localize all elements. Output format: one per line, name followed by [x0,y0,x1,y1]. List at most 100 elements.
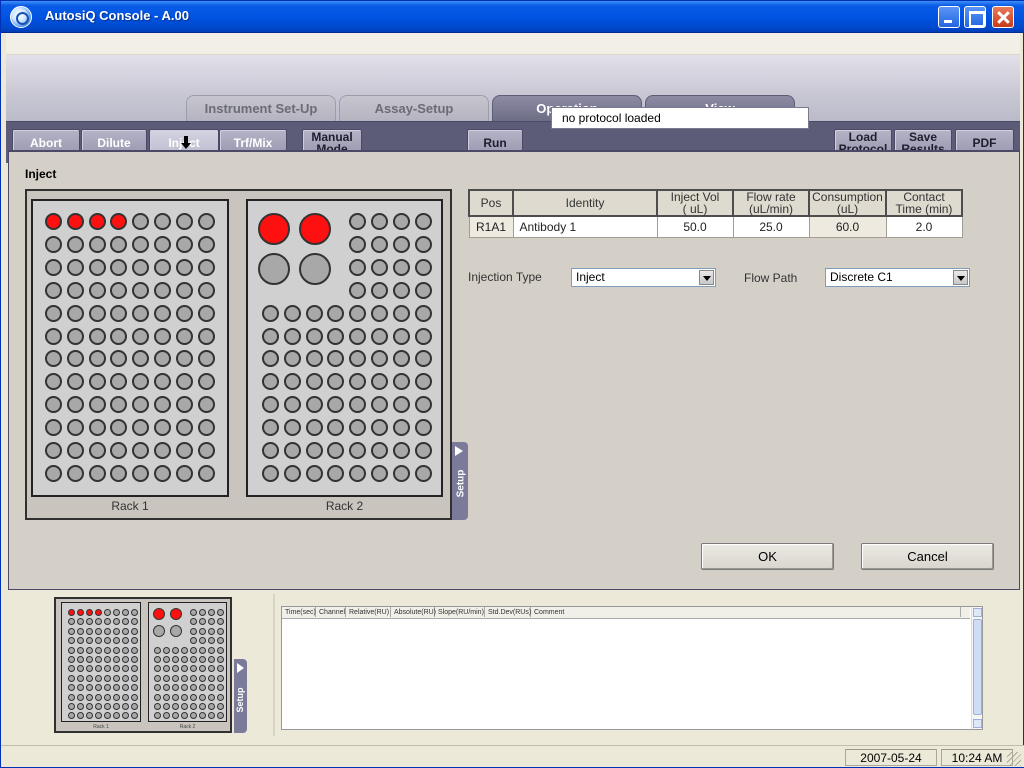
rack-2-well[interactable] [327,419,345,437]
rack-1-well[interactable] [132,464,150,482]
rack-2-well[interactable] [283,350,301,368]
rack-1-well[interactable] [154,442,171,459]
rack-1-well[interactable] [45,213,62,230]
rack-1-well[interactable] [45,327,62,345]
rack-2-well[interactable] [392,235,410,253]
rack-2-well[interactable] [371,213,388,230]
cell-identity[interactable]: Antibody 1 [512,215,658,238]
rack-2-well[interactable] [283,464,301,482]
rack-2-well[interactable] [349,327,367,345]
results-table[interactable]: Time(sec) Channel Relative(RU) Absolute(… [281,606,983,730]
rack-2-well[interactable] [327,464,345,482]
rack-1-well[interactable] [88,281,106,299]
rack-1-well[interactable] [197,396,215,414]
rack-1-well[interactable] [45,281,62,299]
table-row[interactable]: R1A1 Antibody 1 50.0 25.0 60.0 2.0 [468,215,963,238]
rack-2-well[interactable] [305,396,323,414]
rack-2-well[interactable] [371,396,388,414]
rack-2-large-well[interactable] [299,213,331,245]
rack-2-well[interactable] [327,350,345,368]
rack-1-well[interactable] [66,235,84,253]
rack-1-well[interactable] [132,327,150,345]
rack-2-well[interactable] [327,396,345,414]
rack-1-well[interactable] [197,464,215,482]
close-button[interactable] [992,6,1014,28]
rack-2-well[interactable] [392,442,410,459]
rack-2-well[interactable] [392,350,410,368]
rack-1-well[interactable] [88,304,106,322]
rack-1-well[interactable] [45,396,62,414]
rack-2-well[interactable] [283,304,301,322]
rack-1-well[interactable] [132,213,150,230]
rack-1-well[interactable] [175,213,193,230]
rack-2-well[interactable] [349,373,367,391]
rack-2-well[interactable] [283,442,301,459]
rack-1-well[interactable] [66,464,84,482]
rack-1-well[interactable] [197,258,215,276]
vertical-scrollbar[interactable] [971,607,982,729]
injection-type-select[interactable]: Inject [571,268,716,287]
rack-2-well[interactable] [305,350,323,368]
rack-1-well[interactable] [66,213,84,230]
rack-2-well[interactable] [414,304,432,322]
rack-1-well[interactable] [197,327,215,345]
rack-2-well[interactable] [283,419,301,437]
rack-1-well[interactable] [110,373,128,391]
rack-2-well[interactable] [414,464,432,482]
rack-1-well[interactable] [110,350,128,368]
rack-1-well[interactable] [88,235,106,253]
rack-2-well[interactable] [283,396,301,414]
setup-tab[interactable]: Setup [452,442,468,520]
rack-1-well[interactable] [132,396,150,414]
rack-1-well[interactable] [66,258,84,276]
rack-2-well[interactable] [305,464,323,482]
rack-1-well[interactable] [154,350,171,368]
maximize-button[interactable] [964,6,986,28]
rack-1-well[interactable] [175,258,193,276]
rack-2-well[interactable] [414,281,432,299]
rack-2-well[interactable] [349,350,367,368]
rack-2-well[interactable] [262,464,279,482]
rack-2-well[interactable] [371,258,388,276]
rack-2-well[interactable] [305,442,323,459]
rack-2-well[interactable] [414,327,432,345]
scroll-up-icon[interactable] [973,608,982,617]
scroll-thumb[interactable] [973,619,982,715]
rack-1-well[interactable] [154,258,171,276]
rack-2-well[interactable] [349,304,367,322]
rack-2-well[interactable] [371,235,388,253]
rack-1-well[interactable] [110,258,128,276]
chevron-down-icon[interactable] [699,270,714,285]
cancel-button[interactable]: Cancel [861,543,994,570]
rack-1-well[interactable] [175,464,193,482]
rack-1-well[interactable] [66,327,84,345]
rack-2-well[interactable] [349,442,367,459]
rack-2-well[interactable] [327,373,345,391]
tab-assay-setup[interactable]: Assay-Setup [339,95,489,121]
cell-inject-vol[interactable]: 50.0 [656,215,734,238]
rack-2-well[interactable] [371,442,388,459]
rack-1-well[interactable] [45,235,62,253]
rack-2-well[interactable] [414,396,432,414]
rack-2-well[interactable] [392,304,410,322]
rack-1-well[interactable] [154,396,171,414]
rack-2-well[interactable] [327,327,345,345]
rack-1-well[interactable] [132,304,150,322]
rack-2-well[interactable] [349,464,367,482]
rack-2-well[interactable] [305,373,323,391]
rack-2-well[interactable] [392,213,410,230]
rack-1-well[interactable] [175,396,193,414]
rack-2-well[interactable] [371,419,388,437]
rack-1-well[interactable] [197,419,215,437]
rack-2-well[interactable] [392,258,410,276]
rack-1-well[interactable] [45,304,62,322]
rack-2-well[interactable] [349,258,367,276]
rack-2-well[interactable] [371,464,388,482]
rack-1-well[interactable] [88,258,106,276]
rack-1-well[interactable] [154,235,171,253]
rack-1-well[interactable] [197,442,215,459]
rack-2-well[interactable] [371,281,388,299]
rack-1-well[interactable] [154,213,171,230]
rack-1-well[interactable] [197,281,215,299]
rack-1-well[interactable] [175,281,193,299]
